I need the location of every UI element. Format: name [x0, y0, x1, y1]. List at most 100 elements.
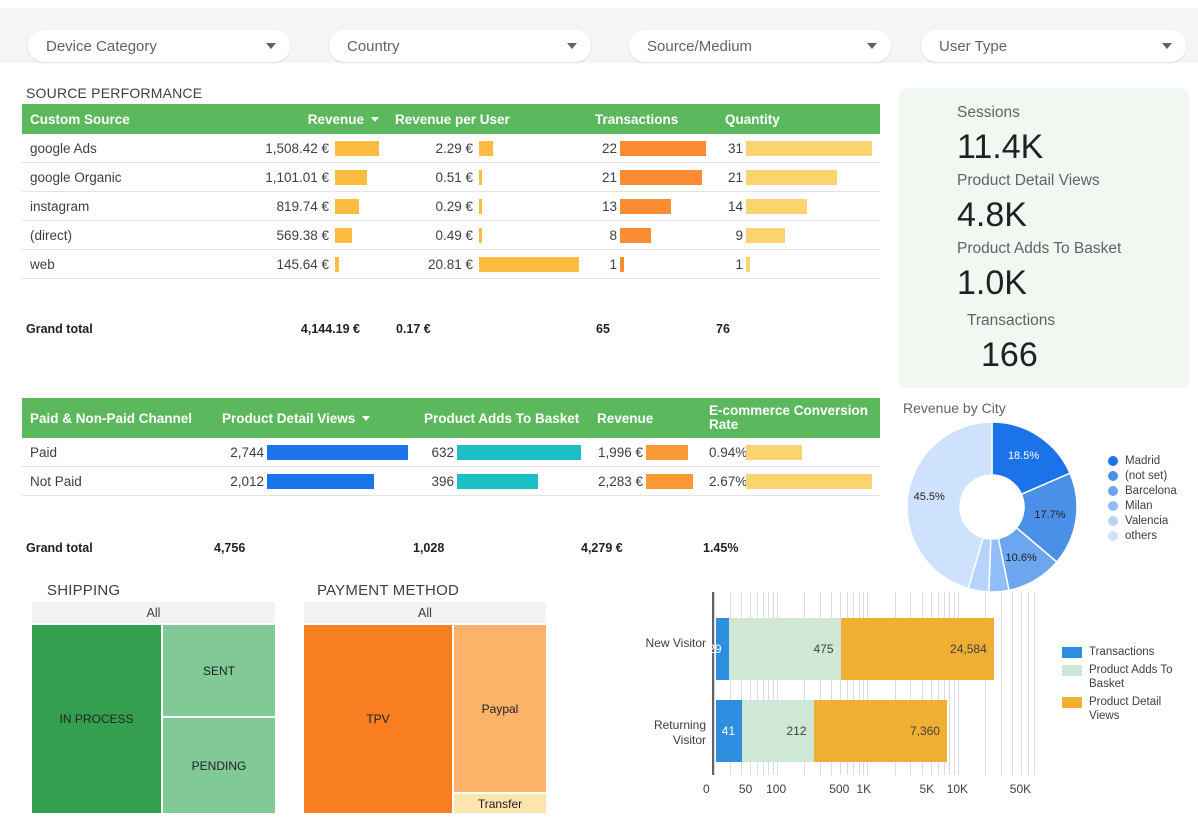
treemap-cell-in-process[interactable]: IN PROCESS [32, 625, 161, 813]
filter-device-category-label: Device Category [46, 37, 157, 55]
donut-svg [906, 422, 1078, 592]
legend-swatch-icon [1108, 486, 1118, 496]
filter-user-type[interactable]: User Type [921, 30, 1186, 62]
chevron-down-icon [867, 43, 877, 49]
revenue-by-city-title: Revenue by City [903, 400, 1006, 416]
col-paid-nonpaid-channel[interactable]: Paid & Non-Paid Channel [22, 398, 214, 438]
table-row[interactable]: Paid 2,744 632 1,996 €0.94% [22, 438, 880, 467]
cell-product-adds-to-basket: 396 [416, 473, 589, 489]
cell-custom-source: google Organic [30, 169, 122, 185]
legend-item-madrid[interactable]: Madrid [1108, 455, 1177, 467]
col-quantity[interactable]: Quantity [717, 104, 880, 134]
col-revenue[interactable]: Revenue [237, 104, 387, 134]
cell-product-adds-to-basket: 632 [416, 444, 589, 460]
donut-label-1: 17.7% [1034, 508, 1066, 521]
cell-quantity: 1 [717, 256, 880, 272]
treemap-cell-paypal[interactable]: Paypal [454, 625, 546, 792]
grand-total-label-1: Grand total [26, 322, 93, 336]
funnel-legend-item-product-detail-views[interactable]: Product Detail Views [1062, 695, 1189, 723]
legend-label: Product Adds To Basket [1089, 664, 1173, 690]
filter-country-label: Country [347, 37, 400, 55]
cell-revenue: 569.38 € [237, 227, 387, 243]
cell-transactions: 13 [587, 198, 717, 214]
kpi-product-detail-views-label: Product Detail Views [957, 172, 1100, 189]
col-conversion-rate[interactable]: E-commerce Conversion Rate [701, 398, 880, 438]
gridline [1012, 592, 1014, 775]
table-row[interactable]: web 145.64 €20.81 €1 1 [22, 250, 880, 279]
table-row[interactable]: google Organic 1,101.01 €0.51 €21 21 [22, 163, 880, 192]
kpi-sessions-label: Sessions [957, 104, 1020, 121]
col-revenue[interactable]: Revenue [589, 398, 701, 438]
legend-label: Product Detail Views [1089, 696, 1162, 722]
kpi-sessions: Sessions 11.4K [899, 100, 1189, 168]
col-custom-source[interactable]: Custom Source [22, 104, 237, 134]
treemap-cell-sent[interactable]: SENT [163, 625, 275, 716]
gridline [1000, 592, 1002, 775]
funnel-segment[interactable]: 212 [742, 700, 814, 762]
cell-product-detail-views: 2,744 [214, 444, 416, 460]
legend-label: others [1125, 530, 1157, 542]
table-row[interactable]: (direct) 569.38 €0.49 €8 9 [22, 221, 880, 250]
kpi-transactions-label: Transactions [967, 312, 1056, 329]
payment-method-treemap-header: All [304, 602, 546, 623]
funnel-segment[interactable]: 24,584 [840, 618, 994, 680]
legend-item--not-set-[interactable]: (not set) [1108, 470, 1177, 482]
filter-source-medium[interactable]: Source/Medium [629, 30, 891, 62]
cell-quantity: 21 [717, 169, 880, 185]
funnel-legend-item-product-adds-to-basket[interactable]: Product Adds To Basket [1062, 663, 1189, 691]
gridline [714, 592, 715, 775]
treemap-cell-transfer[interactable]: Transfer [454, 794, 546, 813]
cell-revenue: 1,996 € [589, 444, 701, 460]
cell-revenue: 1,508.42 € [237, 140, 387, 156]
col-product-adds-to-basket[interactable]: Product Adds To Basket [416, 398, 589, 438]
treemap-cell-tpv[interactable]: TPV [304, 625, 452, 813]
treemap-cell-pending[interactable]: PENDING [163, 718, 275, 813]
x-tick-label: 0 [703, 782, 710, 796]
kpi-scorecard: Sessions 11.4K Product Detail Views 4.8K… [899, 88, 1189, 388]
table-row[interactable]: google Ads 1,508.42 €2.29 €22 31 [22, 134, 880, 163]
kpi-product-detail-views-value: 4.8K [957, 196, 1027, 234]
grand-total-revenue: 4,144.19 € [300, 322, 360, 336]
col-product-detail-views[interactable]: Product Detail Views [214, 398, 416, 438]
visitor-funnel-chart: New Visitor Returning Visitor 2947524,58… [630, 592, 1050, 807]
donut-label-0: 18.5% [1007, 449, 1040, 462]
table-row[interactable]: instagram 819.74 €0.29 €13 14 [22, 192, 880, 221]
filter-source-medium-label: Source/Medium [647, 37, 753, 55]
funnel-category-returning-visitor: Returning Visitor [653, 718, 706, 747]
filter-country[interactable]: Country [329, 30, 591, 62]
grand-total-conversion-rate: 1.45% [703, 541, 739, 555]
kpi-sessions-value: 11.4K [957, 128, 1044, 166]
kpi-product-adds-to-basket-value: 1.0K [957, 264, 1027, 302]
dashboard-root: Device Category Country Source/Medium Us… [0, 0, 1198, 837]
funnel-segment[interactable]: 7,360 [813, 700, 947, 762]
sort-desc-icon [371, 116, 379, 122]
table-header-row: Paid & Non-Paid Channel Product Detail V… [22, 398, 880, 438]
funnel-segment[interactable]: 41 [716, 700, 743, 762]
donut-label-2: 10.6% [1005, 551, 1037, 564]
filter-bar: Device Category Country Source/Medium Us… [0, 8, 1198, 63]
legend-label: Barcelona [1125, 485, 1177, 497]
legend-item-barcelona[interactable]: Barcelona [1108, 485, 1177, 497]
grand-total-transactions: 65 [596, 322, 610, 336]
kpi-transactions: Transactions 166 [899, 308, 1189, 376]
legend-item-others[interactable]: others [1108, 530, 1177, 542]
legend-item-valencia[interactable]: Valencia [1108, 515, 1177, 527]
legend-label: Milan [1125, 500, 1153, 512]
gridline [1020, 592, 1022, 775]
grand-total-product-adds-to-basket: 1,028 [413, 541, 445, 555]
filter-device-category[interactable]: Device Category [28, 30, 290, 62]
kpi-transactions-value: 166 [981, 336, 1038, 374]
funnel-segment[interactable]: 29 [708, 618, 729, 680]
col-revenue-per-user[interactable]: Revenue per User [387, 104, 587, 134]
legend-label: Madrid [1125, 455, 1161, 467]
funnel-segment[interactable]: 475 [728, 618, 841, 680]
legend-item-milan[interactable]: Milan [1108, 500, 1177, 512]
x-tick-label: 5K [919, 782, 935, 796]
table-row[interactable]: Not Paid 2,012 396 2,283 €2.67% [22, 467, 880, 496]
funnel-legend-item-transactions[interactable]: Transactions [1062, 645, 1189, 659]
cell-revenue: 1,101.01 € [237, 169, 387, 185]
col-transactions[interactable]: Transactions [587, 104, 717, 134]
funnel-legend: Transactions Product Adds To Basket Produc… [1062, 645, 1189, 727]
cell-conversion-rate: 2.67% [701, 473, 880, 489]
cell-revenue-per-user: 0.29 € [387, 198, 587, 214]
